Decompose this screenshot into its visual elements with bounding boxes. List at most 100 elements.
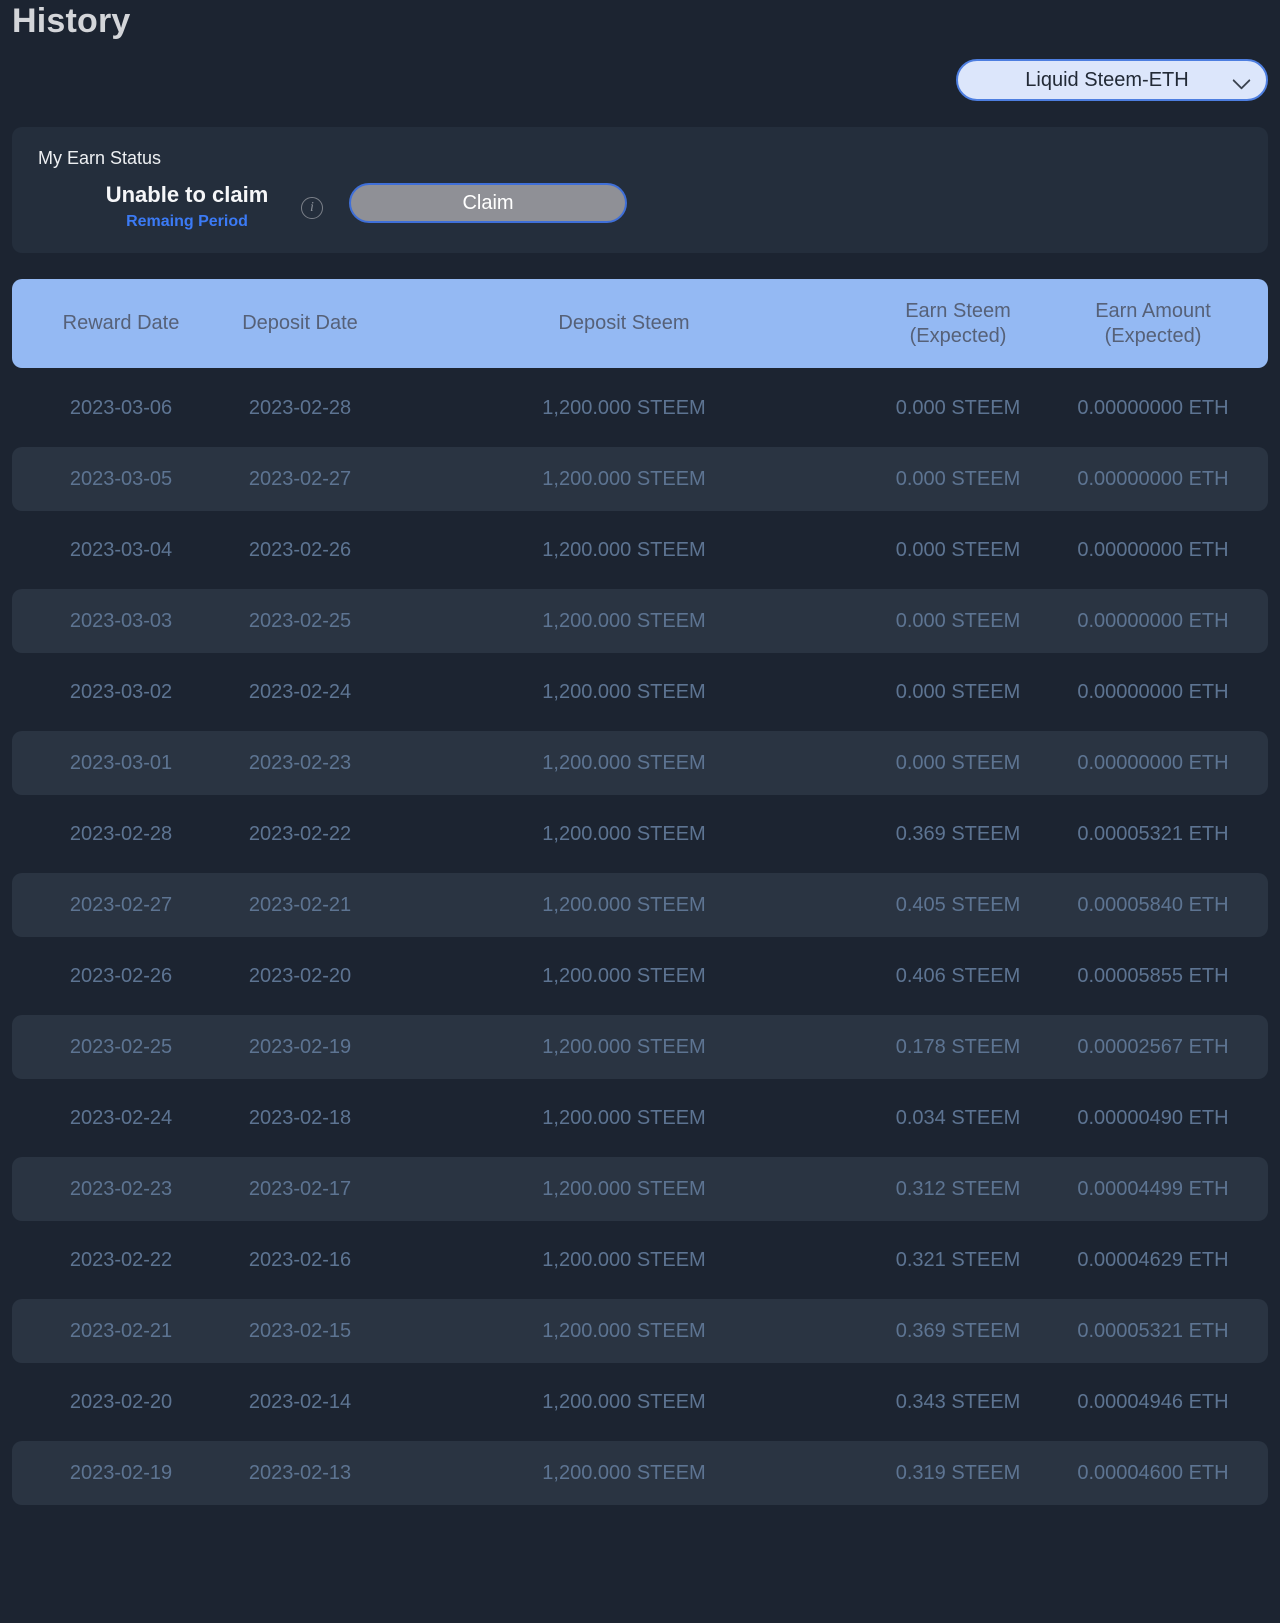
earn-status-label: My Earn Status — [38, 148, 162, 168]
table-row: 2023-03-03 2023-02-25 1,200.000 STEEM 0.… — [12, 589, 1268, 653]
table-header-row: Reward Date Deposit Date Deposit Steem E… — [12, 279, 1268, 368]
cell-earn-steem: 0.369 STEEM — [895, 1319, 1021, 1342]
cell-deposit-date: 2023-02-18 — [248, 1106, 352, 1129]
cell-earn-amount: 0.00000000 ETH — [1077, 396, 1229, 419]
cell-reward-date: 2023-02-20 — [69, 1390, 173, 1413]
cell-reward-date: 2023-02-22 — [69, 1248, 173, 1271]
chevron-down-icon — [1232, 71, 1251, 90]
cell-deposit-steem: 1,200.000 STEEM — [542, 1106, 706, 1129]
cell-deposit-steem: 1,200.000 STEEM — [542, 1177, 706, 1200]
cell-deposit-steem: 1,200.000 STEEM — [542, 964, 706, 987]
pool-selector-value: Liquid Steem-ETH — [1025, 68, 1189, 91]
cell-earn-steem: 0.178 STEEM — [895, 1035, 1021, 1058]
cell-deposit-date: 2023-02-21 — [248, 893, 352, 916]
table-row: 2023-03-05 2023-02-27 1,200.000 STEEM 0.… — [12, 447, 1268, 511]
cell-earn-steem: 0.000 STEEM — [895, 396, 1021, 419]
cell-deposit-date: 2023-02-24 — [248, 680, 352, 703]
cell-reward-date: 2023-03-04 — [69, 538, 173, 561]
cell-reward-date: 2023-02-24 — [69, 1106, 173, 1129]
cell-deposit-steem: 1,200.000 STEEM — [542, 1248, 706, 1271]
table-row: 2023-02-19 2023-02-13 1,200.000 STEEM 0.… — [12, 1441, 1268, 1505]
cell-earn-steem: 0.369 STEEM — [895, 822, 1021, 845]
cell-earn-steem: 0.321 STEEM — [895, 1248, 1021, 1271]
cell-deposit-steem: 1,200.000 STEEM — [542, 751, 706, 774]
cell-earn-steem: 0.319 STEEM — [895, 1461, 1021, 1484]
cell-earn-amount: 0.00002567 ETH — [1077, 1035, 1229, 1058]
cell-earn-amount: 0.00005855 ETH — [1077, 964, 1229, 987]
cell-deposit-steem: 1,200.000 STEEM — [542, 467, 706, 490]
cell-earn-amount: 0.00005321 ETH — [1077, 1319, 1229, 1342]
cell-earn-steem: 0.406 STEEM — [895, 964, 1021, 987]
cell-earn-amount: 0.00000000 ETH — [1077, 751, 1229, 774]
table-row: 2023-02-27 2023-02-21 1,200.000 STEEM 0.… — [12, 873, 1268, 937]
cell-deposit-date: 2023-02-17 — [248, 1177, 352, 1200]
cell-deposit-steem: 1,200.000 STEEM — [542, 396, 706, 419]
cell-reward-date: 2023-02-28 — [69, 822, 173, 845]
cell-earn-steem: 0.000 STEEM — [895, 538, 1021, 561]
cell-reward-date: 2023-03-01 — [69, 751, 173, 774]
cell-deposit-steem: 1,200.000 STEEM — [542, 609, 706, 632]
table-row: 2023-02-26 2023-02-20 1,200.000 STEEM 0.… — [12, 944, 1268, 1008]
cell-earn-amount: 0.00004946 ETH — [1077, 1390, 1229, 1413]
cell-earn-amount: 0.00000490 ETH — [1077, 1106, 1229, 1129]
table-row: 2023-02-22 2023-02-16 1,200.000 STEEM 0.… — [12, 1228, 1268, 1292]
cell-reward-date: 2023-02-26 — [69, 964, 173, 987]
table-row: 2023-02-28 2023-02-22 1,200.000 STEEM 0.… — [12, 802, 1268, 866]
cell-reward-date: 2023-02-25 — [69, 1035, 173, 1058]
cell-deposit-date: 2023-02-13 — [248, 1461, 352, 1484]
header-earn-steem: Earn Steem (Expected) — [905, 299, 1011, 347]
cell-earn-amount: 0.00000000 ETH — [1077, 680, 1229, 703]
remaining-period-link[interactable]: Remaing Period — [84, 213, 290, 231]
table-row: 2023-03-01 2023-02-23 1,200.000 STEEM 0.… — [12, 731, 1268, 795]
cell-earn-steem: 0.405 STEEM — [895, 893, 1021, 916]
table-row: 2023-02-25 2023-02-19 1,200.000 STEEM 0.… — [12, 1015, 1268, 1079]
cell-deposit-steem: 1,200.000 STEEM — [542, 1461, 706, 1484]
cell-earn-amount: 0.00000000 ETH — [1077, 538, 1229, 561]
cell-deposit-date: 2023-02-25 — [248, 609, 352, 632]
cell-deposit-date: 2023-02-19 — [248, 1035, 352, 1058]
info-icon[interactable]: i — [301, 197, 323, 219]
cell-earn-amount: 0.00004629 ETH — [1077, 1248, 1229, 1271]
cell-deposit-date: 2023-02-23 — [248, 751, 352, 774]
table-row: 2023-03-04 2023-02-26 1,200.000 STEEM 0.… — [12, 518, 1268, 582]
cell-deposit-date: 2023-02-16 — [248, 1248, 352, 1271]
claim-button[interactable]: Claim — [349, 183, 627, 223]
cell-deposit-steem: 1,200.000 STEEM — [542, 1035, 706, 1058]
cell-deposit-date: 2023-02-20 — [248, 964, 352, 987]
cell-earn-steem: 0.000 STEEM — [895, 751, 1021, 774]
history-page: History Liquid Steem-ETH My Earn Status … — [0, 0, 1280, 1623]
cell-earn-amount: 0.00005321 ETH — [1077, 822, 1229, 845]
history-table: Reward Date Deposit Date Deposit Steem E… — [12, 279, 1268, 1512]
cell-earn-amount: 0.00004600 ETH — [1077, 1461, 1229, 1484]
cell-deposit-date: 2023-02-27 — [248, 467, 352, 490]
cell-deposit-date: 2023-02-15 — [248, 1319, 352, 1342]
claim-status: Unable to claim Remaing Period — [84, 182, 290, 231]
table-body: 2023-03-06 2023-02-28 1,200.000 STEEM 0.… — [12, 376, 1268, 1505]
earn-status-card: My Earn Status Unable to claim Remaing P… — [12, 127, 1268, 253]
cell-deposit-steem: 1,200.000 STEEM — [542, 822, 706, 845]
header-reward-date: Reward Date — [62, 312, 180, 334]
cell-earn-steem: 0.000 STEEM — [895, 467, 1021, 490]
cell-earn-steem: 0.343 STEEM — [895, 1390, 1021, 1413]
cell-earn-amount: 0.00000000 ETH — [1077, 467, 1229, 490]
pool-selector-dropdown[interactable]: Liquid Steem-ETH — [956, 59, 1268, 101]
cell-earn-steem: 0.000 STEEM — [895, 680, 1021, 703]
cell-reward-date: 2023-03-05 — [69, 467, 173, 490]
header-deposit-date: Deposit Date — [242, 312, 358, 334]
cell-reward-date: 2023-02-19 — [69, 1461, 173, 1484]
table-row: 2023-02-23 2023-02-17 1,200.000 STEEM 0.… — [12, 1157, 1268, 1221]
cell-deposit-date: 2023-02-22 — [248, 822, 352, 845]
page-title: History — [12, 2, 131, 40]
claim-status-text: Unable to claim — [105, 182, 269, 207]
cell-reward-date: 2023-03-06 — [69, 396, 173, 419]
table-row: 2023-03-02 2023-02-24 1,200.000 STEEM 0.… — [12, 660, 1268, 724]
cell-earn-amount: 0.00004499 ETH — [1077, 1177, 1229, 1200]
cell-deposit-steem: 1,200.000 STEEM — [542, 1390, 706, 1413]
table-row: 2023-03-06 2023-02-28 1,200.000 STEEM 0.… — [12, 376, 1268, 440]
table-row: 2023-02-20 2023-02-14 1,200.000 STEEM 0.… — [12, 1370, 1268, 1434]
cell-reward-date: 2023-03-02 — [69, 680, 173, 703]
cell-deposit-steem: 1,200.000 STEEM — [542, 680, 706, 703]
cell-deposit-date: 2023-02-26 — [248, 538, 352, 561]
table-row: 2023-02-24 2023-02-18 1,200.000 STEEM 0.… — [12, 1086, 1268, 1150]
table-row: 2023-02-21 2023-02-15 1,200.000 STEEM 0.… — [12, 1299, 1268, 1363]
